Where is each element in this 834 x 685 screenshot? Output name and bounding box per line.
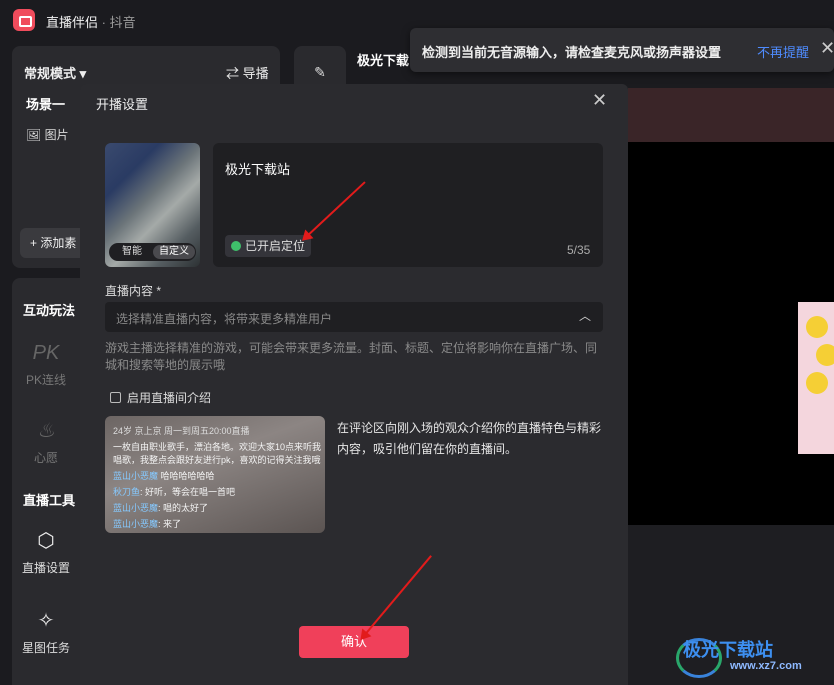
intro-description: 在评论区向刚入场的观众介绍你的直播特色与精彩内容，吸引他们留在你的直播间。 bbox=[337, 421, 602, 456]
tools-panel: 互动玩法 PK PK连线 ♨ 心愿 直播工具 ⬡ 直播设置 ✧ 星图任务 bbox=[12, 278, 80, 685]
pk-button[interactable]: PK PK连线 bbox=[12, 342, 80, 388]
location-toggle[interactable]: 已开启定位 bbox=[225, 235, 312, 257]
live-settings-label: 直播设置 bbox=[21, 561, 70, 575]
cover-tab-smart[interactable]: 智能 bbox=[111, 245, 153, 259]
chat-line: 蓝山小恶魔: 来了 bbox=[113, 519, 182, 529]
intro-checkbox[interactable]: 启用直播间介绍 bbox=[110, 389, 211, 406]
location-label: 已开启定位 bbox=[245, 239, 306, 253]
live-settings-dialog: 开播设置 ✕ 智能 自定义 极光下载站 已开启定位 5/35 直播内容 * 选择… bbox=[80, 84, 628, 685]
star-task-button[interactable]: ✧ 星图任务 bbox=[12, 608, 80, 656]
chat-line: 蓝山小恶魔: 唱的太好了 bbox=[113, 503, 209, 513]
close-icon[interactable]: ✕ bbox=[592, 90, 607, 111]
chevron-down-icon: ▾ bbox=[79, 66, 87, 81]
content-placeholder: 选择精准直播内容，将带来更多精准用户 bbox=[116, 312, 333, 326]
interact-heading: 互动玩法 bbox=[23, 303, 76, 318]
guide-label: 导播 bbox=[242, 66, 269, 81]
chat-line: 秋刀鱼: 好听，等会在唱一首吧 bbox=[113, 487, 236, 497]
chat-user: 蓝山小恶魔 bbox=[113, 471, 159, 481]
app-name: 直播伴侣 bbox=[46, 15, 99, 30]
content-label: 直播内容 * bbox=[105, 284, 162, 298]
dialog-title: 开播设置 bbox=[96, 97, 149, 112]
char-count: 5/35 bbox=[567, 243, 591, 257]
flower-icon bbox=[806, 316, 828, 338]
checkbox-icon[interactable] bbox=[110, 392, 121, 403]
content-select[interactable]: 选择精准直播内容，将带来更多精准用户 ︿ bbox=[105, 302, 603, 332]
preview-header bbox=[628, 88, 834, 142]
live-title-input[interactable]: 极光下载站 已开启定位 5/35 bbox=[213, 143, 603, 267]
wish-label: 心愿 bbox=[33, 451, 58, 465]
live-title-value: 极光下载站 bbox=[225, 162, 291, 177]
wish-icon: ♨ bbox=[37, 420, 55, 442]
app-title: 直播伴侣 · 抖音 bbox=[46, 12, 136, 31]
chat-msg: 好听，等会在唱一首吧 bbox=[145, 487, 236, 497]
chat-line: 蓝山小恶魔 哈哈哈哈哈哈 bbox=[113, 469, 215, 482]
chat-user: 蓝山小恶魔 bbox=[113, 503, 159, 513]
chat-body: 唱歌，我整点会跟好友进行pk，喜欢的记得关注我哦 bbox=[113, 455, 321, 465]
live-settings-button[interactable]: ⬡ 直播设置 bbox=[12, 528, 80, 576]
flower-icon bbox=[816, 344, 834, 366]
mode-label: 常规模式 bbox=[24, 66, 77, 81]
chat-user: 蓝山小恶魔 bbox=[113, 519, 159, 529]
image-icon: 🖼 bbox=[26, 128, 42, 142]
source-image-label: 图片 bbox=[44, 128, 69, 142]
chat-msg: 哈哈哈哈哈哈 bbox=[160, 471, 215, 481]
notice-text: 检测到当前无音源输入，请检查麦克风或扬声器设置 bbox=[422, 45, 722, 60]
chat-msg: 来了 bbox=[163, 519, 182, 529]
chat-msg: 唱的太好了 bbox=[163, 503, 209, 513]
scene-tab[interactable]: 场景一 bbox=[26, 94, 65, 113]
pk-label: PK连线 bbox=[25, 373, 66, 387]
add-source-label: 添加素 bbox=[40, 236, 77, 250]
content-hint: 游戏主播选择精准的游戏，可能会带来更多流量。封面、标题、定位将影响你在直播广场、… bbox=[105, 341, 598, 372]
cover-image[interactable]: 智能 自定义 bbox=[105, 143, 200, 267]
intro-preview-image: 24岁 京上京 周一到周五20:00直播 一枚自由职业歌手，漂泊各地。欢迎大家1… bbox=[105, 416, 325, 533]
app-logo-icon bbox=[13, 9, 35, 31]
guide-button[interactable]: ⇄ 导播 bbox=[226, 63, 269, 82]
wish-button[interactable]: ♨ 心愿 bbox=[12, 418, 80, 466]
edit-icon: ✎ bbox=[314, 64, 326, 80]
location-dot-icon bbox=[231, 241, 241, 251]
intro-checkbox-label: 启用直播间介绍 bbox=[127, 391, 212, 405]
chevron-up-icon: ︿ bbox=[579, 309, 592, 323]
pk-icon: PK bbox=[32, 342, 60, 364]
dont-remind-link[interactable]: 不再提醒 bbox=[757, 42, 809, 61]
mode-select[interactable]: 常规模式 ▾ bbox=[24, 63, 86, 82]
close-icon[interactable]: ✕ bbox=[820, 38, 834, 59]
watermark-url: www.xz7.com bbox=[730, 660, 802, 672]
chat-header: 24岁 京上京 周一到周五20:00直播 bbox=[113, 426, 250, 436]
tools-heading: 直播工具 bbox=[23, 493, 76, 508]
stream-title: 极光下载 bbox=[357, 53, 410, 68]
confirm-button[interactable]: 确认 bbox=[299, 626, 409, 658]
flower-icon bbox=[806, 372, 828, 394]
audio-notice: 检测到当前无音源输入，请检查麦克风或扬声器设置 不再提醒 ✕ bbox=[410, 28, 834, 72]
app-platform: · 抖音 bbox=[101, 15, 136, 30]
swap-icon: ⇄ bbox=[226, 66, 240, 81]
hexagon-settings-icon: ⬡ bbox=[37, 530, 55, 552]
cover-mode-toggle: 智能 自定义 bbox=[109, 243, 196, 261]
watermark-brand: 极光下载站 bbox=[683, 640, 773, 660]
cover-tab-custom[interactable]: 自定义 bbox=[153, 245, 195, 259]
star-task-icon: ✧ bbox=[37, 610, 55, 632]
plus-icon: + bbox=[30, 236, 38, 250]
star-task-label: 星图任务 bbox=[21, 641, 70, 655]
chat-body: 一枚自由职业歌手，漂泊各地。欢迎大家10点来听我 bbox=[113, 442, 322, 452]
source-image-item[interactable]: 🖼 图片 bbox=[26, 126, 69, 143]
flower-sticker-image bbox=[798, 302, 834, 454]
chat-user: 秋刀鱼 bbox=[113, 487, 141, 497]
